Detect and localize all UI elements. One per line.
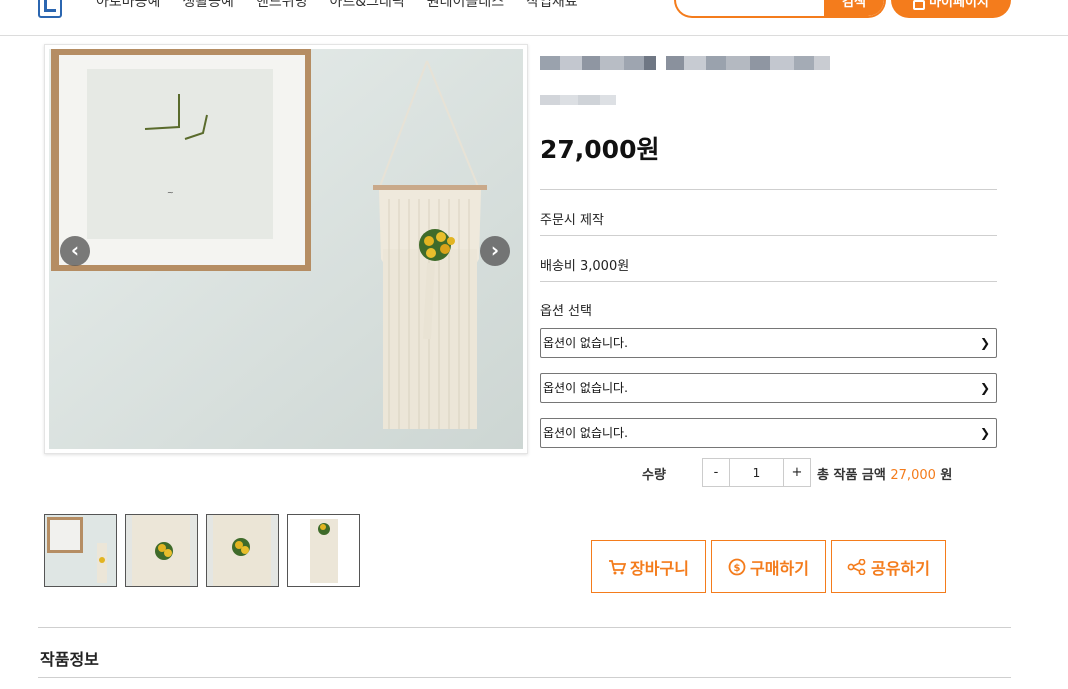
thumbnail-strip — [44, 514, 360, 587]
coin-icon: $ — [728, 558, 746, 575]
option-select-label: 옵션 선택 — [540, 304, 592, 319]
option-select-value: 옵션이 없습니다. — [543, 426, 628, 440]
divider — [540, 235, 997, 236]
share-icon — [847, 558, 866, 575]
nav-item-art-graphic[interactable]: 아트&그래픽 — [329, 0, 404, 11]
chevron-down-icon: ❯ — [979, 381, 990, 395]
share-button[interactable]: 공유하기 — [831, 540, 946, 593]
chevron-right-icon: › — [490, 238, 500, 262]
share-label: 공유하기 — [871, 558, 930, 578]
thumbnail-image — [126, 515, 197, 586]
quantity-decrease-button[interactable]: - — [702, 458, 730, 487]
total-price-amount: 27,000 — [890, 468, 936, 483]
thumbnail-image — [288, 515, 359, 586]
nav-item-living[interactable]: 생활공예 — [182, 0, 234, 11]
top-header: 아로마공예 생활공예 핸드위빙 아트&그래픽 원데이클래스 작업재료 검색 마이… — [0, 0, 1068, 36]
chevron-left-icon: ‹ — [70, 238, 80, 262]
main-nav: 아로마공예 생활공예 핸드위빙 아트&그래픽 원데이클래스 작업재료 — [96, 0, 578, 11]
product-photo: ~ — [49, 49, 523, 449]
nav-item-materials[interactable]: 작업재료 — [526, 0, 578, 11]
blurred-product-title — [540, 56, 830, 70]
buy-now-button[interactable]: $ 구매하기 — [711, 540, 826, 593]
divider — [540, 281, 997, 282]
add-to-cart-button[interactable]: 장바구니 — [591, 540, 706, 593]
svg-text:~: ~ — [167, 188, 174, 197]
gallery-prev-button[interactable]: ‹ — [60, 236, 90, 266]
total-price-unit: 원 — [940, 468, 953, 483]
quantity-label: 수량 — [642, 468, 666, 483]
mypage-icon — [913, 0, 926, 10]
product-info-section-title[interactable]: 작품정보 — [40, 646, 99, 670]
thumbnail-image — [207, 515, 278, 586]
chevron-down-icon: ❯ — [979, 336, 990, 350]
nav-item-aroma[interactable]: 아로마공예 — [96, 0, 160, 11]
quantity-input[interactable]: 1 — [729, 458, 784, 487]
total-price: 총 작품 금액 27,000 원 — [817, 464, 952, 483]
thumbnail-3[interactable] — [206, 514, 279, 587]
purchase-actions: 장바구니 $ 구매하기 공유하기 — [591, 540, 946, 593]
quantity-row: 수량 - 1 + 총 작품 금액 27,000 원 — [540, 458, 997, 488]
thumbnail-4[interactable] — [287, 514, 360, 587]
site-logo[interactable] — [38, 0, 62, 18]
shipping-fee-text: 배송비 3,000원 — [540, 259, 630, 274]
logo-mark — [44, 0, 56, 12]
section-divider-bottom — [38, 677, 1011, 678]
quantity-increase-button[interactable]: + — [783, 458, 811, 487]
total-price-label: 총 작품 금액 — [817, 468, 886, 483]
add-to-cart-label: 장바구니 — [630, 558, 689, 578]
divider — [540, 189, 997, 190]
mypage-label: 마이페이지 — [929, 0, 989, 10]
buy-now-label: 구매하기 — [750, 558, 809, 578]
svg-text:$: $ — [734, 563, 741, 574]
thumbnail-1[interactable] — [44, 514, 117, 587]
option-select-1[interactable]: 옵션이 없습니다. ❯ — [540, 328, 997, 358]
thumbnail-image — [45, 515, 116, 586]
chevron-down-icon: ❯ — [979, 426, 990, 440]
section-divider-top — [38, 627, 1011, 628]
cart-icon — [609, 559, 627, 574]
nav-item-oneday-class[interactable]: 원데이클래스 — [427, 0, 504, 11]
made-to-order-text: 주문시 제작 — [540, 213, 604, 228]
product-main-image[interactable]: ~ ‹ › — [44, 44, 528, 454]
blurred-product-subtitle — [540, 95, 616, 105]
thumbnail-2[interactable] — [125, 514, 198, 587]
search-button[interactable]: 검색 — [824, 0, 884, 16]
option-select-value: 옵션이 없습니다. — [543, 381, 628, 395]
option-select-3[interactable]: 옵션이 없습니다. ❯ — [540, 418, 997, 448]
option-select-2[interactable]: 옵션이 없습니다. ❯ — [540, 373, 997, 403]
product-price: 27,000원 — [540, 135, 660, 164]
gallery-next-button[interactable]: › — [480, 236, 510, 266]
nav-item-weaving[interactable]: 핸드위빙 — [256, 0, 308, 11]
option-select-value: 옵션이 없습니다. — [543, 336, 628, 350]
search-box: 검색 — [674, 0, 886, 18]
search-input[interactable] — [676, 0, 826, 16]
mypage-button[interactable]: 마이페이지 — [891, 0, 1011, 18]
